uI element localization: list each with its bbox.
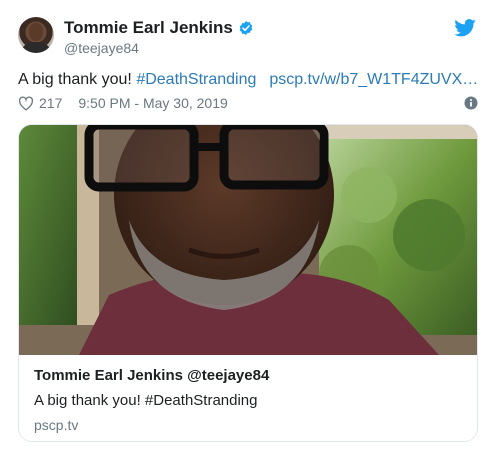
tweet-timestamp[interactable]: 9:50 PM - May 30, 2019: [78, 95, 227, 111]
video-thumbnail[interactable]: [19, 125, 477, 355]
avatar-face: [29, 23, 43, 41]
link-card[interactable]: Tommie Earl Jenkins @teejaye84 A big tha…: [18, 124, 478, 442]
tweet-body: A big thank you!: [18, 71, 132, 88]
like-count[interactable]: 217: [39, 95, 62, 111]
card-domain: pscp.tv: [34, 417, 79, 433]
card-description: A big thank you! #DeathStranding: [34, 392, 258, 409]
card-body[interactable]: Tommie Earl Jenkins @teejaye84 A big tha…: [19, 355, 477, 441]
avatar-shoulders: [22, 42, 50, 53]
tweet-text: A big thank you! #DeathStranding pscp.tv…: [18, 70, 478, 90]
card-title[interactable]: Tommie Earl Jenkins @teejaye84: [34, 367, 269, 384]
hashtag-link[interactable]: #DeathStranding: [136, 71, 256, 88]
info-icon[interactable]: [464, 96, 478, 110]
author-name-row[interactable]: Tommie Earl Jenkins: [64, 18, 254, 38]
tweet-meta: 217 9:50 PM - May 30, 2019: [18, 94, 478, 112]
verified-icon: [239, 21, 253, 35]
video-thumbnail-image: [19, 125, 477, 355]
heart-icon[interactable]: [18, 95, 34, 111]
avatar[interactable]: [18, 17, 54, 53]
tweet-embed: Tommie Earl Jenkins @teejaye84 A big tha…: [0, 0, 494, 455]
author-name[interactable]: Tommie Earl Jenkins: [64, 18, 233, 38]
tweet-url-link[interactable]: pscp.tv/w/b7_W1TF4ZUVX…: [269, 71, 478, 88]
author-handle[interactable]: @teejaye84: [64, 40, 139, 56]
twitter-logo-icon[interactable]: [454, 19, 476, 37]
